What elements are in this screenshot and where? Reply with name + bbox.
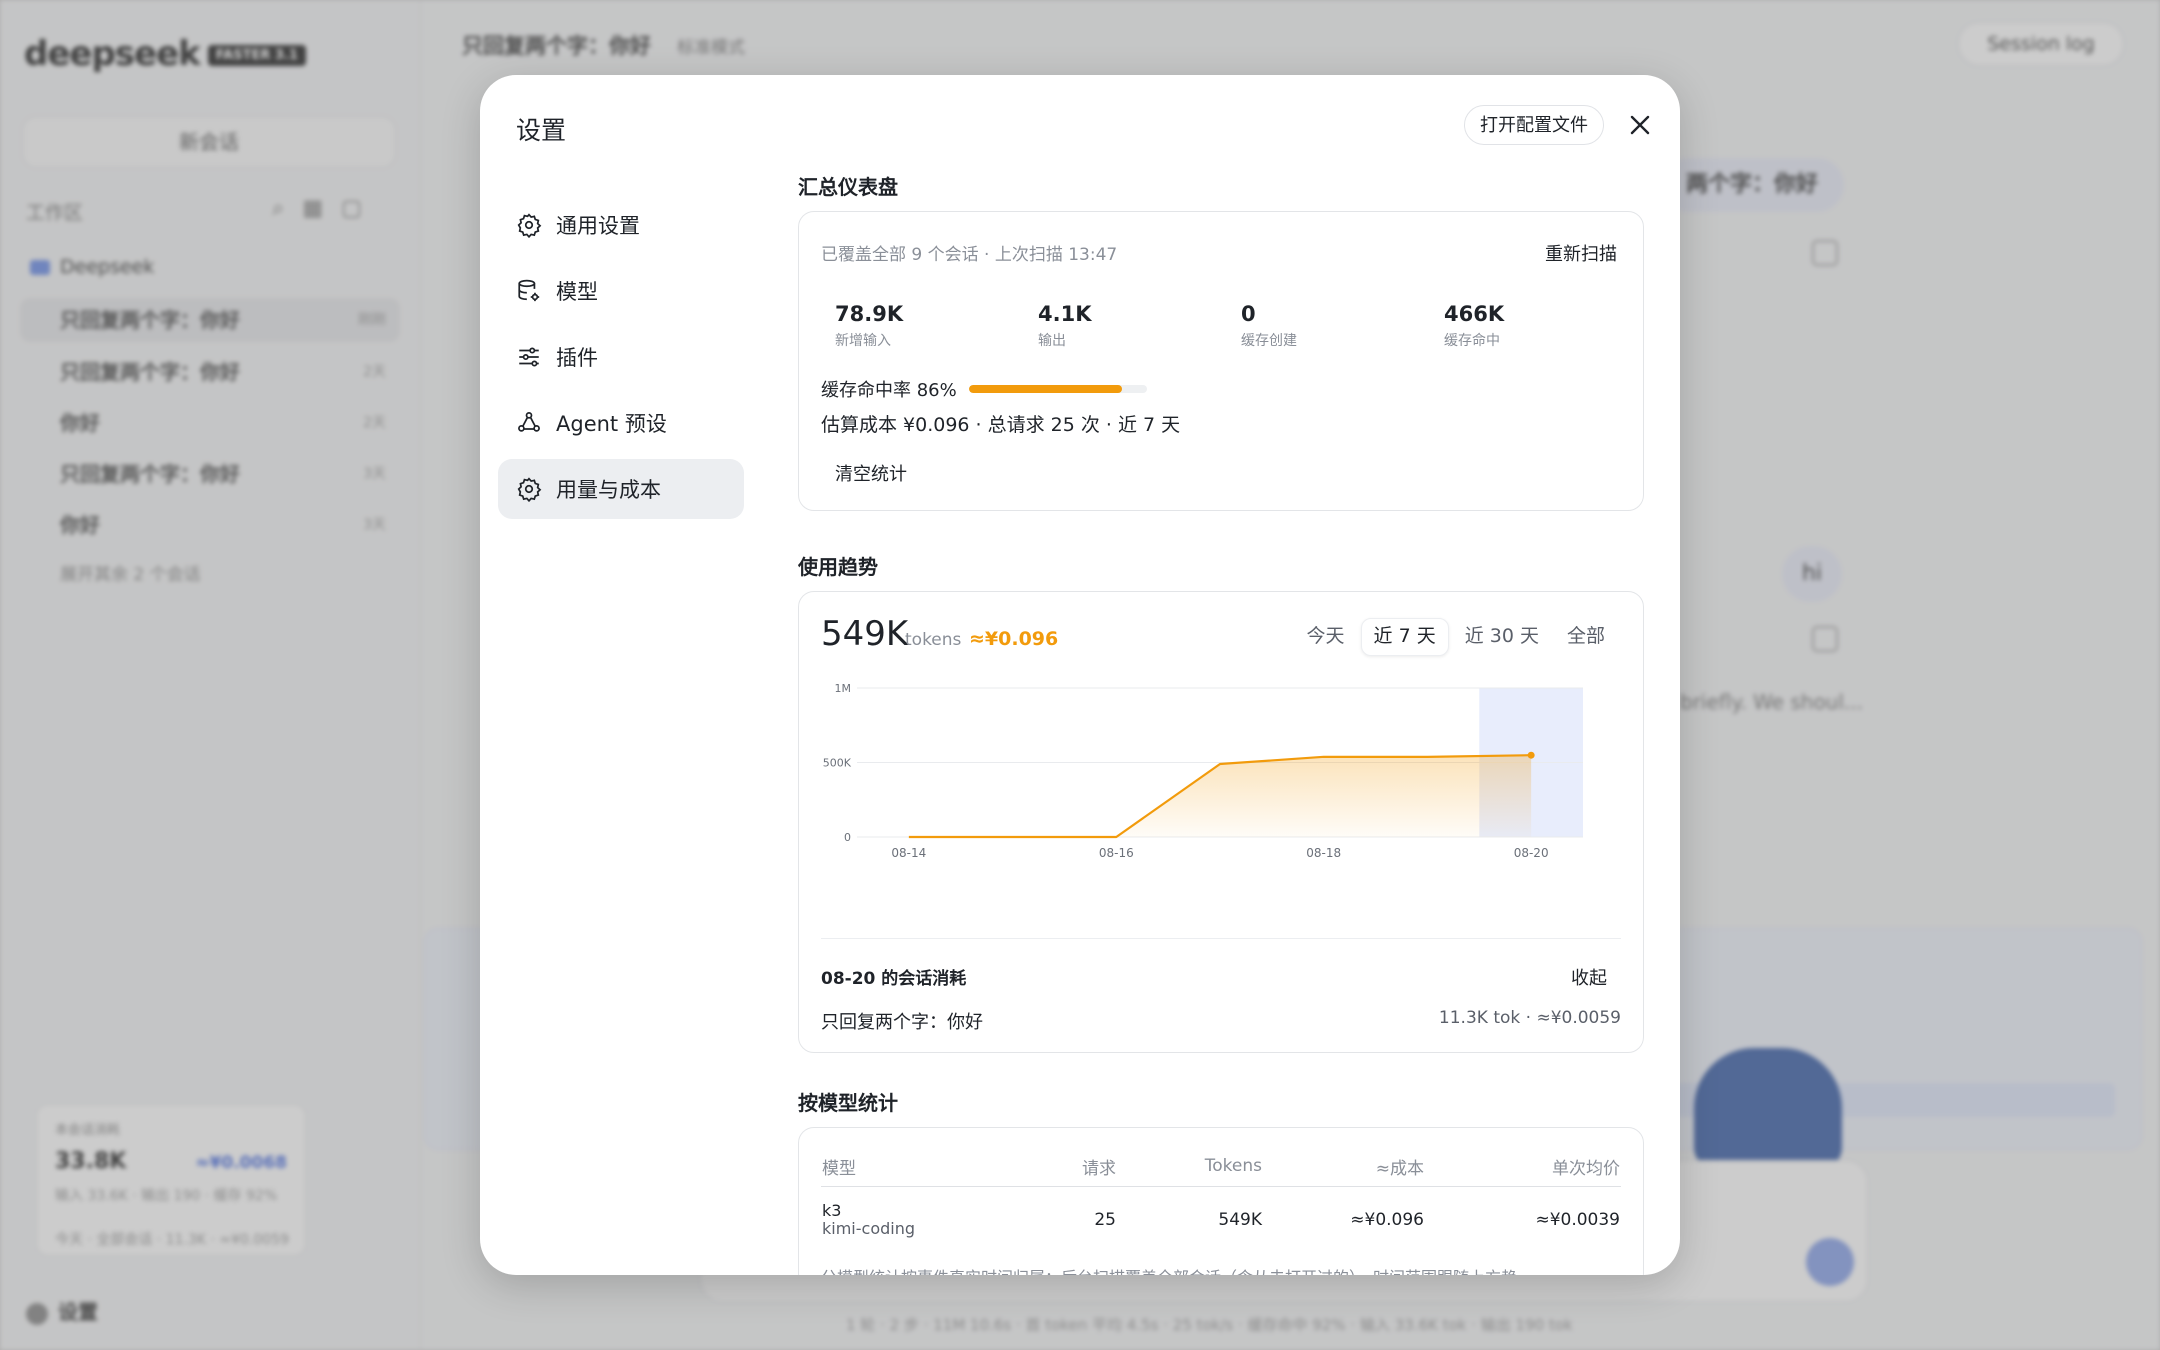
x-tick-label: 08-16 xyxy=(1099,846,1134,860)
models-title: 按模型统计 xyxy=(798,1091,898,1115)
close-icon[interactable] xyxy=(1622,107,1658,143)
x-tick-label: 08-18 xyxy=(1306,846,1341,860)
session-usage: 11.3K tok · ≈¥0.0059 xyxy=(1438,1008,1621,1028)
y-tick-label: 0 xyxy=(844,831,851,844)
col-avg: 单次均价 xyxy=(1425,1146,1621,1187)
cell-cost: ≈¥0.096 xyxy=(1350,1210,1424,1230)
session-name[interactable]: 只回复两个字：你好 xyxy=(821,1008,983,1034)
modal-title: 设置 xyxy=(516,116,567,145)
y-tick-label: 500K xyxy=(823,757,852,770)
gear-icon xyxy=(517,213,542,238)
usage-trend-chart: 1M 500K 0 08-14 08-16 08-18 08-20 xyxy=(823,682,1583,860)
stat-cache-create: 0 缓存创建 xyxy=(1241,302,1297,349)
range-all[interactable]: 全部 xyxy=(1555,618,1617,654)
cache-hit-row: 缓存命中率 86% xyxy=(821,376,1147,402)
cell-avg: ≈¥0.0039 xyxy=(1535,1210,1620,1230)
range-today[interactable]: 今天 xyxy=(1295,618,1357,654)
trend-cost: ≈¥0.096 xyxy=(969,628,1059,650)
stat-new-input: 78.9K 新增输入 xyxy=(835,302,904,349)
gear-icon xyxy=(517,477,542,502)
trend-unit: tokens xyxy=(905,630,962,650)
nav-item-label: Agent 预设 xyxy=(556,412,667,436)
dashboard-title: 汇总仪表盘 xyxy=(798,175,898,199)
model-name: k3 xyxy=(822,1201,842,1220)
rescan-button[interactable]: 重新扫描 xyxy=(1545,240,1617,266)
data-point xyxy=(1527,751,1535,759)
cache-hit-bar-fill xyxy=(968,385,1122,393)
usage-content: 汇总仪表盘 已覆盖全部 9 个会话 · 上次扫描 13:47 重新扫描 78.9… xyxy=(798,171,1644,1275)
range-selector: 今天 近 7 天 近 30 天 全部 xyxy=(1295,618,1617,656)
nav-item-usage-cost[interactable]: 用量与成本 xyxy=(498,459,744,519)
nav-item-label: 通用设置 xyxy=(556,214,640,238)
col-tokens: Tokens xyxy=(1117,1146,1263,1187)
trend-card: 549K tokens ≈¥0.096 今天 近 7 天 近 30 天 全部 1… xyxy=(798,591,1644,1053)
nav-item-models[interactable]: 模型 xyxy=(498,261,744,321)
divider xyxy=(821,938,1621,939)
dashboard-meta: 已覆盖全部 9 个会话 · 上次扫描 13:47 xyxy=(821,245,1118,265)
range-7-days[interactable]: 近 7 天 xyxy=(1360,618,1449,656)
cost-summary: 估算成本 ¥0.096 · 总请求 25 次 · 近 7 天 xyxy=(821,414,1181,436)
cell-requests: 25 xyxy=(1094,1210,1116,1230)
collapse-button[interactable]: 收起 xyxy=(1571,964,1607,990)
trend-title: 使用趋势 xyxy=(798,555,878,579)
model-provider: kimi-coding xyxy=(822,1219,915,1238)
nav-item-label: 插件 xyxy=(556,346,598,370)
col-requests: 请求 xyxy=(1005,1146,1117,1187)
range-30-days[interactable]: 近 30 天 xyxy=(1453,618,1551,654)
models-table: 模型 请求 Tokens ≈成本 单次均价 k3 kimi-coding 25 5… xyxy=(821,1146,1621,1253)
cache-hit-label: 缓存命中率 86% xyxy=(821,380,957,401)
clear-stats-button[interactable]: 清空统计 xyxy=(835,460,907,486)
series-area xyxy=(908,755,1532,837)
col-model: 模型 xyxy=(821,1146,1005,1187)
agent-icon xyxy=(518,412,540,432)
models-card: 模型 请求 Tokens ≈成本 单次均价 k3 kimi-coding 25 5… xyxy=(798,1127,1644,1275)
nav-item-label: 模型 xyxy=(556,280,598,304)
open-config-button[interactable]: 打开配置文件 xyxy=(1464,105,1604,145)
x-tick-label: 08-20 xyxy=(1514,846,1549,860)
nav-item-label: 用量与成本 xyxy=(556,478,661,502)
nav-item-agent-presets[interactable]: Agent 预设 xyxy=(498,393,744,453)
col-cost: ≈成本 xyxy=(1263,1146,1425,1187)
database-gear-icon xyxy=(518,279,540,302)
cell-tokens: 549K xyxy=(1218,1210,1262,1230)
table-row: k3 kimi-coding 25 549K ≈¥0.096 ≈¥0.0039 xyxy=(821,1187,1621,1254)
stat-output: 4.1K 输出 xyxy=(1038,302,1092,349)
cache-hit-bar xyxy=(968,385,1147,393)
settings-nav: 通用设置 模型 插件 Agent 预设 用量与成本 xyxy=(498,195,744,525)
sliders-icon xyxy=(519,347,539,367)
stat-cache-hit: 466K 缓存命中 xyxy=(1444,302,1505,349)
models-footnote: 分模型统计按事件真实时间归属；后台扫描覆盖全部会话（含从未打开过的），时间范围跟… xyxy=(821,1264,1517,1275)
nav-item-plugins[interactable]: 插件 xyxy=(498,327,744,387)
dashboard-card: 已覆盖全部 9 个会话 · 上次扫描 13:47 重新扫描 78.9K 新增输入 … xyxy=(798,211,1644,511)
x-tick-label: 08-14 xyxy=(891,846,926,860)
day-detail-title: 08-20 的会话消耗 xyxy=(821,969,967,989)
settings-modal: 设置 打开配置文件 通用设置 模型 插件 Agent 预设 用量与成本 汇总仪表… xyxy=(480,75,1680,1275)
trend-total: 549K xyxy=(821,614,909,654)
y-tick-label: 1M xyxy=(835,682,852,695)
nav-item-general[interactable]: 通用设置 xyxy=(498,195,744,255)
